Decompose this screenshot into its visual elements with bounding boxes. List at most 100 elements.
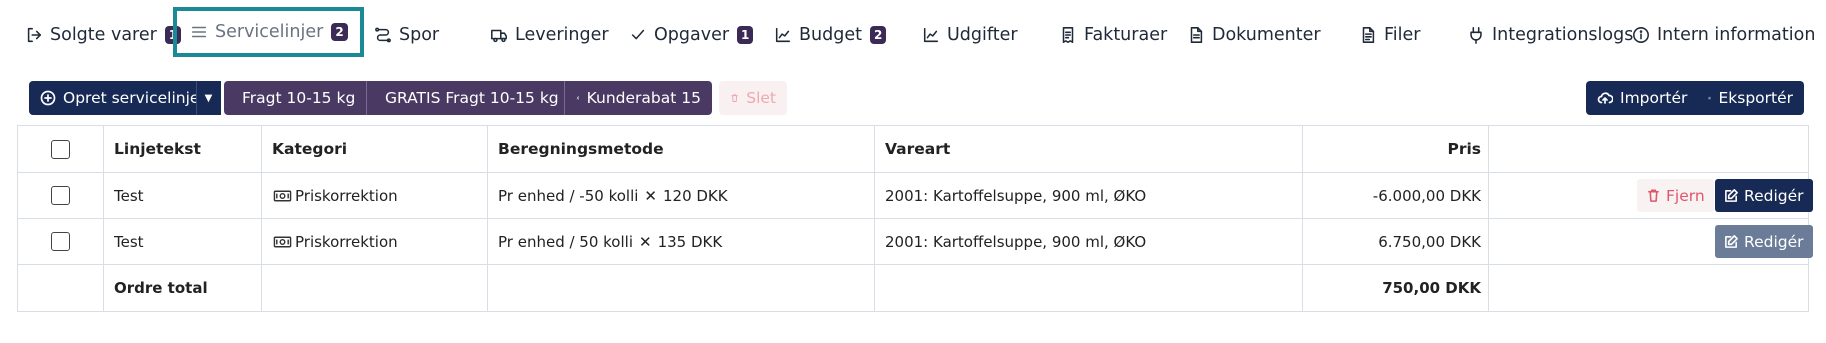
remove-button[interactable]: Fjern	[1637, 179, 1714, 212]
tab-filer[interactable]: Filer	[1358, 20, 1420, 50]
price: -6.000,00 DKK	[1303, 173, 1489, 218]
tab-label: Opgaver	[654, 25, 730, 45]
item-type: 2001: Kartoffelsuppe, 900 ml, ØKO	[875, 219, 1303, 264]
category-cell: Priskorrektion	[262, 219, 488, 264]
category-label: Priskorrektion	[295, 232, 398, 251]
import-button[interactable]: Importér	[1586, 81, 1701, 115]
tab-servicelinjer[interactable]: Servicelinjer 2	[173, 7, 364, 57]
preset-button[interactable]: Fragt 10-15 kg	[224, 81, 367, 115]
tab-label: Leveringer	[515, 25, 609, 45]
tab-label: Dokumenter	[1212, 25, 1321, 45]
tab-label: Spor	[399, 25, 440, 45]
preset-label: Kunderabat 15	[586, 89, 701, 107]
tab-integrationslogs[interactable]: Integrationslogs	[1466, 20, 1633, 50]
tab-leveringer[interactable]: Leveringer	[489, 20, 609, 50]
line-text: Test	[104, 173, 262, 218]
row-select-cell	[18, 219, 104, 264]
info-icon	[1631, 25, 1651, 45]
line-text: Test	[104, 219, 262, 264]
price: 6.750,00 DKK	[1303, 219, 1489, 264]
total-row: Ordre total 750,00 DKK	[18, 265, 1808, 311]
service-lines-table: Linjetekst Kategori Beregningsmetode Var…	[17, 125, 1813, 312]
select-all-cell	[18, 126, 104, 172]
column-header[interactable]: Beregningsmetode	[488, 126, 875, 172]
plus-circle-icon	[40, 90, 56, 106]
money-bill-icon	[272, 232, 292, 252]
category-cell: Priskorrektion	[262, 173, 488, 218]
method-cell: Pr enhed / 50 kolli ✕ 135 DKK	[488, 219, 875, 264]
row-actions: Fjern Redigér	[1489, 173, 1813, 218]
tab-label: Integrationslogs	[1492, 25, 1634, 45]
import-label: Importér	[1620, 89, 1688, 107]
method-amount: 120 DKK	[662, 186, 728, 205]
tab-label: Intern information	[1657, 25, 1816, 45]
preset-button[interactable]: Kunderabat 15	[565, 81, 712, 115]
tab-budget[interactable]: Budget 2	[773, 20, 887, 50]
select-all-checkbox[interactable]	[51, 139, 70, 159]
edit-label: Redigér	[1744, 232, 1804, 251]
tab-udgifter[interactable]: Udgifter	[921, 20, 1018, 50]
tab-label: Fakturaer	[1084, 25, 1168, 45]
tab-label: Udgifter	[947, 25, 1018, 45]
column-header[interactable]: Vareart	[875, 126, 1303, 172]
remove-label: Fjern	[1666, 186, 1705, 205]
edit-button[interactable]: Redigér	[1715, 225, 1813, 258]
money-bill-icon	[272, 186, 292, 206]
tab-label: Solgte varer	[50, 25, 157, 45]
cloud-upload-icon	[1597, 92, 1613, 104]
edit-button[interactable]: Redigér	[1715, 179, 1813, 212]
times-icon: ✕	[639, 232, 652, 251]
edit-icon	[1725, 235, 1738, 248]
total-spacer	[488, 265, 875, 311]
method-cell: Pr enhed / -50 kolli ✕ 120 DKK	[488, 173, 875, 218]
create-options-dropdown[interactable]: ▼	[196, 81, 220, 115]
total-price: 750,00 DKK	[1303, 265, 1489, 311]
tab-intern-information[interactable]: Intern information	[1631, 20, 1815, 50]
caret-down-icon: ▼	[204, 92, 213, 104]
tab-opgaver[interactable]: Opgaver 1	[628, 20, 754, 50]
lines-icon	[189, 22, 209, 42]
truck-icon	[489, 25, 509, 45]
row-select-cell	[18, 173, 104, 218]
tab-label: Budget	[799, 25, 862, 45]
edit-label: Redigér	[1744, 186, 1804, 205]
tab-count-badge: 2	[331, 23, 348, 41]
row-checkbox[interactable]	[51, 232, 70, 251]
toolbar: Opret servicelinje ▼ Fragt 10-15 kg GRAT…	[0, 81, 1826, 115]
export-button[interactable]: Eksportér	[1697, 81, 1804, 115]
tab-solgte-varer[interactable]: Solgte varer 1	[24, 20, 182, 50]
category-label: Priskorrektion	[295, 186, 398, 205]
tab-fakturaer[interactable]: Fakturaer	[1058, 20, 1167, 50]
delete-button[interactable]: Slet	[719, 81, 787, 115]
export-label: Eksportér	[1718, 89, 1793, 107]
trash-icon	[731, 94, 738, 102]
total-spacer	[875, 265, 1303, 311]
plug-icon	[1466, 25, 1486, 45]
cloud-download-icon	[1708, 96, 1712, 100]
method-prefix: Pr enhed / -50 kolli	[498, 186, 639, 205]
column-header[interactable]: Pris	[1303, 126, 1489, 172]
preset-button[interactable]: GRATIS Fragt 10-15 kg	[367, 81, 565, 115]
total-label: Ordre total	[104, 265, 262, 311]
preset-label: GRATIS Fragt 10-15 kg	[385, 89, 559, 107]
runner-icon	[576, 96, 579, 100]
document-icon	[1186, 25, 1206, 45]
tab-count-badge: 1	[737, 26, 754, 44]
total-spacer	[1489, 265, 1808, 311]
trash-icon	[1648, 189, 1659, 202]
receipt-icon	[1058, 25, 1078, 45]
tab-label: Servicelinjer	[215, 22, 324, 42]
method-amount: 135 DKK	[657, 232, 723, 251]
row-checkbox[interactable]	[51, 186, 70, 205]
create-service-line-label: Opret servicelinje	[63, 89, 200, 107]
column-header[interactable]: Linjetekst	[104, 126, 262, 172]
tab-spor[interactable]: Spor	[373, 20, 439, 50]
route-icon	[373, 25, 393, 45]
create-service-line-button[interactable]: Opret servicelinje	[29, 81, 221, 115]
sign-out-icon	[24, 25, 44, 45]
edit-icon	[1725, 189, 1738, 202]
preset-label: Fragt 10-15 kg	[242, 89, 356, 107]
column-header[interactable]: Kategori	[262, 126, 488, 172]
tab-count-badge: 2	[869, 26, 887, 44]
tab-dokumenter[interactable]: Dokumenter	[1186, 20, 1321, 50]
